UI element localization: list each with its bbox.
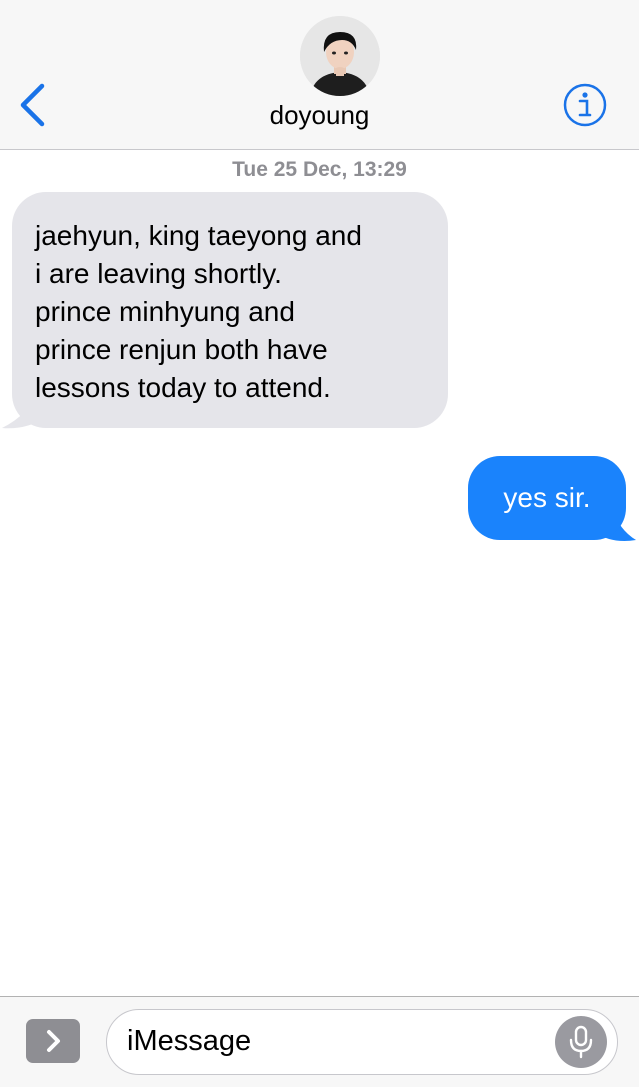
message-line: yes sir. — [503, 482, 591, 513]
message-timestamp: Tue 25 Dec, 13:29 — [232, 158, 407, 181]
avatar-photo — [300, 16, 380, 96]
info-button[interactable] — [562, 82, 608, 128]
chevron-right-icon — [47, 1030, 60, 1052]
microphone-button[interactable] — [555, 1016, 607, 1068]
microphone-icon — [569, 1025, 593, 1059]
incoming-message-bubble: jaehyun, king taeyong and i are leaving … — [12, 192, 448, 428]
apps-button[interactable] — [26, 1019, 80, 1063]
contact-name[interactable]: doyoung — [0, 100, 639, 131]
message-line: i are leaving shortly. — [35, 258, 282, 289]
message-line: prince minhyung and — [35, 296, 295, 327]
conversation-header: doyoung — [0, 0, 639, 150]
outgoing-message-bubble: yes sir. — [468, 456, 626, 540]
message-line: lessons today to attend. — [35, 372, 331, 403]
message-line: jaehyun, king taeyong and — [35, 220, 362, 251]
message-placeholder: iMessage — [127, 1025, 252, 1057]
info-icon — [563, 83, 607, 127]
message-line: prince renjun both have — [35, 334, 328, 365]
outgoing-message[interactable]: yes sir. — [460, 456, 639, 546]
message-input[interactable]: iMessage — [106, 1009, 618, 1075]
contact-avatar[interactable] — [300, 16, 380, 96]
incoming-message[interactable]: jaehyun, king taeyong and i are leaving … — [0, 192, 460, 432]
message-input-bar: iMessage — [0, 996, 639, 1087]
